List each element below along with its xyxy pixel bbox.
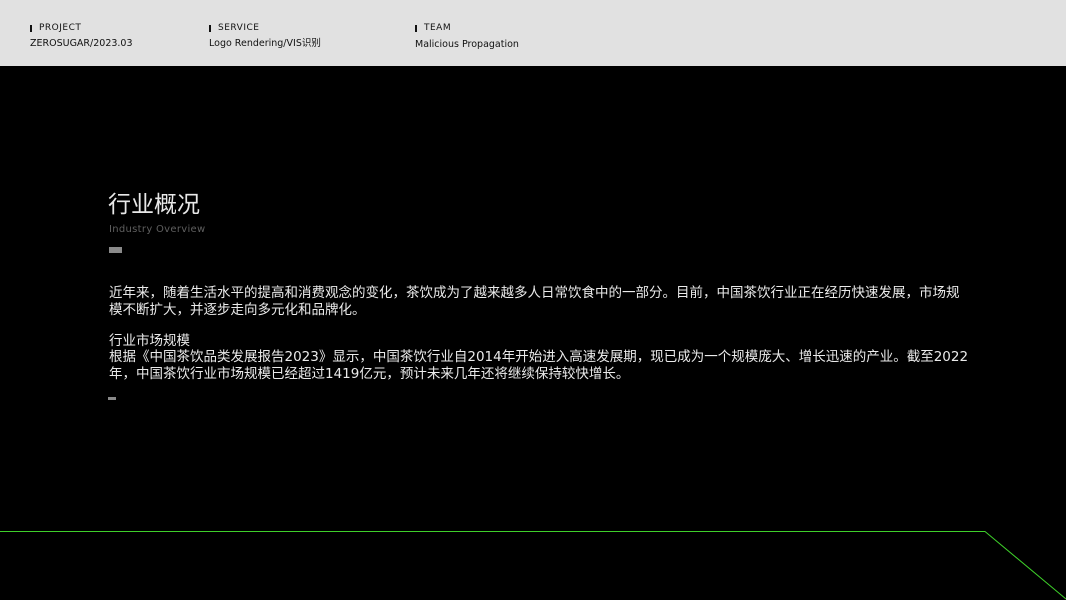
green-corner-line (0, 531, 1066, 600)
decorative-frame-line (0, 531, 1066, 600)
